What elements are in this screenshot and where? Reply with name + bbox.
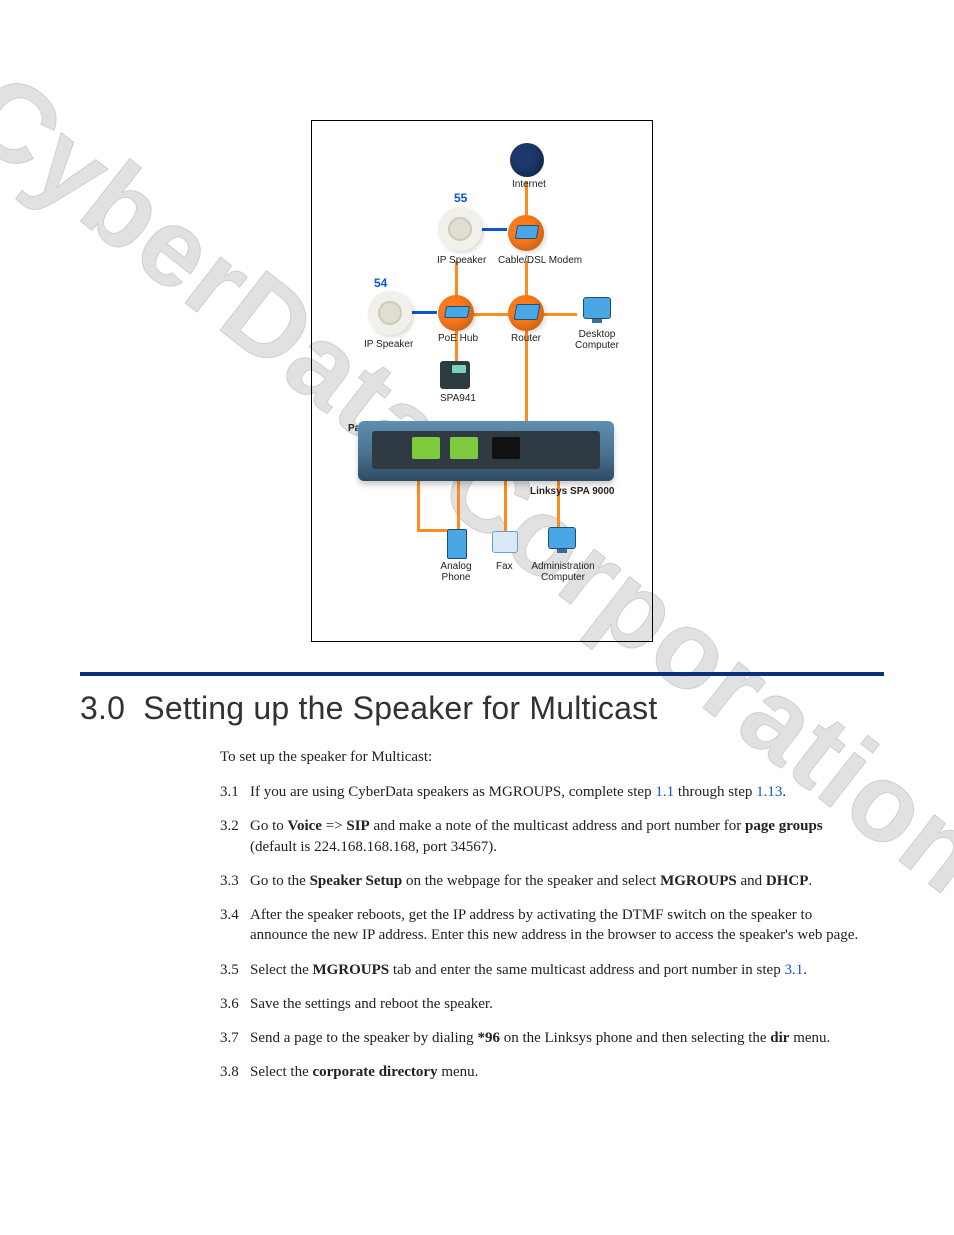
step-number: 3.6 xyxy=(220,994,239,1014)
section-divider xyxy=(80,672,884,676)
xref-link[interactable]: 1.1 xyxy=(655,784,674,800)
label-spa941: SPA941 xyxy=(440,393,476,404)
step-number: 3.7 xyxy=(220,1028,239,1048)
label-cable-modem: Cable/DSL Modem xyxy=(498,255,582,266)
label-ip-speaker-top: IP Speaker xyxy=(437,255,486,266)
step-text: Go to Voice => SIP and make a note of th… xyxy=(250,818,823,854)
step-text: If you are using CyberData speakers as M… xyxy=(250,784,786,800)
step-item: 3.1 If you are using CyberData speakers a… xyxy=(220,782,864,802)
section-title: Setting up the Speaker for Multicast xyxy=(143,690,657,726)
step-text: Select the corporate directory menu. xyxy=(250,1064,478,1080)
step-number: 3.8 xyxy=(220,1062,239,1082)
step-item: 3.7 Send a page to the speaker by dialing… xyxy=(220,1028,864,1048)
label-fax: Fax xyxy=(496,561,513,572)
label-internet: Internet xyxy=(512,179,546,190)
steps-list: 3.1 If you are using CyberData speakers a… xyxy=(220,782,884,1083)
label-admin-computer: Administration Computer xyxy=(526,561,600,583)
step-number: 3.2 xyxy=(220,816,239,836)
section-number: 3.0 xyxy=(80,690,125,726)
section-heading: 3.0 Setting up the Speaker for Multicast xyxy=(80,690,884,727)
step-text: After the speaker reboots, get the IP ad… xyxy=(250,907,858,943)
step-text: Save the settings and reboot the speaker… xyxy=(250,996,493,1012)
step-item: 3.3 Go to the Speaker Setup on the webpag… xyxy=(220,871,864,891)
label-ip-speaker-left: IP Speaker xyxy=(364,339,413,350)
step-item: 3.4 After the speaker reboots, get the IP… xyxy=(220,905,864,946)
label-router: Router xyxy=(511,333,541,344)
step-item: 3.2 Go to Voice => SIP and make a note of… xyxy=(220,816,864,857)
step-number: 3.1 xyxy=(220,782,239,802)
step-item: 3.8 Select the corporate directory menu. xyxy=(220,1062,864,1082)
callout-55: 55 xyxy=(454,191,467,205)
step-text: Send a page to the speaker by dialing *9… xyxy=(250,1030,830,1046)
callout-54: 54 xyxy=(374,276,387,290)
step-item: 3.6 Save the settings and reboot the spea… xyxy=(220,994,864,1014)
label-linksys-spa9000: Linksys SPA 9000 xyxy=(530,486,615,497)
label-poe-hub: PoE Hub xyxy=(438,333,478,344)
xref-link[interactable]: 1.13 xyxy=(756,784,782,800)
step-text: Select the MGROUPS tab and enter the sam… xyxy=(250,962,807,978)
step-number: 3.4 xyxy=(220,905,239,925)
xref-link[interactable]: 3.1 xyxy=(784,962,803,978)
label-desktop-computer: Desktop Computer xyxy=(570,329,624,351)
network-diagram: 55 54 Internet Cable/DSL Modem IP Speake… xyxy=(311,120,653,642)
step-item: 3.5 Select the MGROUPS tab and enter the … xyxy=(220,960,864,980)
step-text: Go to the Speaker Setup on the webpage f… xyxy=(250,873,812,889)
label-analog-phone: Analog Phone xyxy=(434,561,478,583)
section-intro: To set up the speaker for Multicast: xyxy=(220,749,884,766)
step-number: 3.5 xyxy=(220,960,239,980)
step-number: 3.3 xyxy=(220,871,239,891)
